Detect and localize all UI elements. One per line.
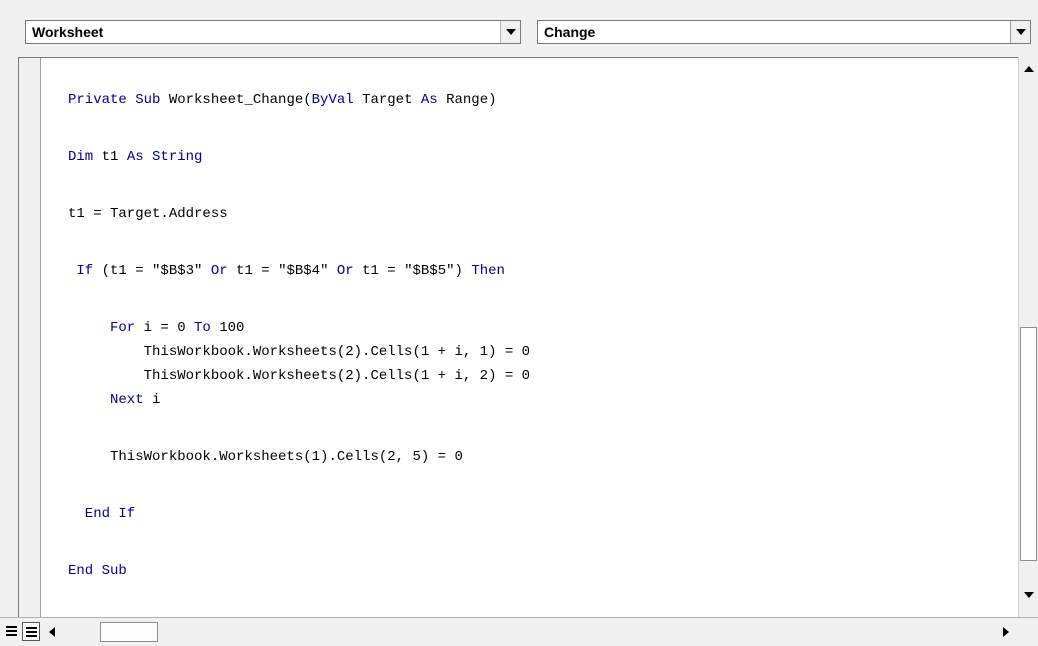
full-module-view-icon — [26, 627, 37, 639]
code-token: Worksheet_Change( — [168, 92, 312, 108]
object-dropdown[interactable]: Worksheet — [25, 20, 521, 44]
code-token: t1 — [93, 149, 127, 165]
code-keyword: End If — [68, 506, 136, 522]
triangle-down-icon — [1024, 592, 1034, 598]
code-keyword: Or — [210, 263, 228, 279]
code-token: (t1 = "$B$3" — [93, 263, 211, 279]
code-keyword: As String — [126, 149, 203, 165]
scroll-up-button[interactable] — [1019, 59, 1038, 79]
code-line[interactable]: If (t1 = "$B$3" Or t1 = "$B$4" Or t1 = "… — [68, 263, 505, 279]
chevron-down-icon — [506, 29, 516, 35]
code-line[interactable]: End If — [68, 506, 135, 522]
chevron-down-icon — [1016, 29, 1026, 35]
code-token: ThisWorkbook.Worksheets(1).Cells(2, 5) =… — [68, 449, 463, 465]
code-token: ThisWorkbook.Worksheets(2).Cells(1 + i, … — [68, 368, 531, 384]
horizontal-scroll-thumb[interactable] — [100, 622, 158, 642]
code-keyword: End Sub — [68, 563, 127, 579]
code-line[interactable]: Next i — [68, 392, 160, 408]
code-keyword: Dim — [68, 149, 94, 165]
code-line[interactable]: ThisWorkbook.Worksheets(2).Cells(1 + i, … — [68, 368, 530, 384]
code-line[interactable]: ThisWorkbook.Worksheets(1).Cells(2, 5) =… — [68, 449, 463, 465]
code-keyword: To — [194, 320, 211, 336]
code-token: Range) — [437, 92, 497, 108]
code-token: t1 = Target.Address — [68, 206, 228, 222]
procedure-dropdown-value: Change — [544, 24, 596, 40]
procedure-view-button[interactable] — [3, 622, 21, 641]
procedure-dropdown[interactable]: Change — [537, 20, 1031, 44]
code-keyword: If — [68, 263, 94, 279]
bottom-bar — [0, 617, 1038, 646]
code-token: t1 = "$B$5") — [353, 263, 472, 279]
code-line[interactable]: ThisWorkbook.Worksheets(2).Cells(1 + i, … — [68, 344, 530, 360]
code-line[interactable]: End Sub — [68, 563, 127, 579]
code-line[interactable]: For i = 0 To 100 — [68, 320, 244, 336]
vertical-scrollbar[interactable] — [1018, 57, 1038, 617]
code-token: ThisWorkbook.Worksheets(2).Cells(1 + i, … — [68, 344, 531, 360]
scroll-down-button[interactable] — [1019, 585, 1038, 605]
code-line[interactable]: t1 = Target.Address — [68, 206, 228, 222]
code-line[interactable]: Dim t1 As String — [68, 149, 202, 165]
code-token: Target — [353, 92, 421, 108]
triangle-right-icon — [1003, 627, 1009, 637]
procedure-dropdown-button[interactable] — [1010, 21, 1030, 43]
scroll-left-button[interactable] — [44, 622, 62, 641]
code-keyword: Private Sub — [68, 92, 169, 108]
code-keyword: Then — [471, 263, 505, 279]
code-token: t1 = "$B$4" — [227, 263, 337, 279]
triangle-left-icon — [49, 627, 55, 637]
margin-indicator-bar[interactable] — [19, 58, 41, 617]
scroll-right-button[interactable] — [996, 622, 1014, 641]
triangle-up-icon — [1024, 66, 1034, 72]
procedure-view-icon — [6, 626, 17, 638]
code-token: i = 0 — [135, 320, 195, 336]
code-editor[interactable]: Private Sub Worksheet_Change(ByVal Targe… — [18, 57, 1018, 617]
code-token: 100 — [210, 320, 245, 336]
code-keyword: Or — [336, 263, 354, 279]
object-dropdown-value: Worksheet — [32, 24, 104, 40]
code-keyword: Next — [68, 392, 144, 408]
object-dropdown-button[interactable] — [500, 21, 520, 43]
full-module-view-button[interactable] — [22, 622, 40, 641]
code-keyword: For — [68, 320, 136, 336]
code-keyword: As — [420, 92, 438, 108]
code-line[interactable]: Private Sub Worksheet_Change(ByVal Targe… — [68, 92, 497, 108]
code-keyword: ByVal — [311, 92, 354, 108]
vertical-scroll-thumb[interactable] — [1020, 327, 1037, 561]
code-token: i — [143, 392, 161, 408]
vba-code-window: Worksheet Change Private Sub Worksheet_C… — [0, 0, 1038, 646]
